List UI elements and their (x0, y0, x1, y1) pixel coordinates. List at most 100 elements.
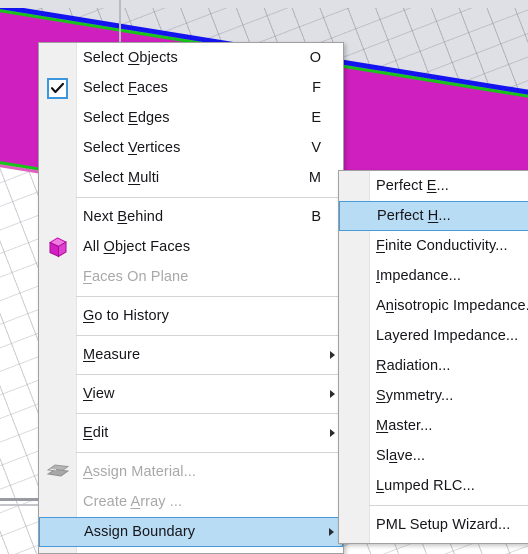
submenu-item-layered-impedance[interactable]: Layered Impedance... (339, 321, 528, 351)
submenu-item-slave-label: Slave... (376, 448, 426, 464)
context-menu-item-go-to-history[interactable]: Go to History (39, 301, 343, 331)
context-menu-item-go-to-history-icon-slot (39, 301, 76, 331)
submenu-item-anisotropic-impedance-label: Anisotropic Impedance... (376, 298, 528, 314)
submenu-item-pml-setup-wizard-label: PML Setup Wizard... (376, 517, 511, 533)
context-menu-item-select-objects-accelerator: O (309, 50, 321, 66)
context-menu-item-select-multi[interactable]: Select Multi M (39, 163, 343, 193)
submenu-item-slave-icon-slot (339, 441, 369, 471)
submenu-item-perfect-e[interactable]: Perfect E... (339, 171, 528, 201)
submenu-item-anisotropic-impedance-icon-slot (339, 291, 369, 321)
context-menu-item-select-vertices[interactable]: Select Vertices V (39, 133, 343, 163)
context-menu-item-select-vertices-accelerator: V (311, 140, 321, 156)
context-menu-item-edit[interactable]: Edit (39, 418, 343, 448)
submenu-item-finite-conductivity-icon-slot (339, 231, 369, 261)
submenu-item-perfect-e-label: Perfect E... (376, 178, 449, 194)
submenu-item-master-label: Master... (376, 418, 433, 434)
submenu-item-list: Perfect E... Perfect H... Finite Conductiv… (339, 171, 528, 540)
submenu-item-lumped-rlc-icon-slot (339, 471, 369, 501)
context-menu-item-measure-label: Measure (83, 347, 141, 363)
submenu-item-impedance-icon-slot (339, 261, 369, 291)
context-menu-item-select-edges-icon-slot (39, 103, 76, 133)
context-menu-item-view[interactable]: View (39, 379, 343, 409)
submenu-item-symmetry-label: Symmetry... (376, 388, 454, 404)
submenu-item-anisotropic-impedance[interactable]: Anisotropic Impedance... (339, 291, 528, 321)
context-menu-item-next-behind-icon-slot (39, 202, 76, 232)
context-menu-item-select-vertices-label: Select Vertices (83, 140, 181, 156)
submenu-separator (369, 505, 528, 506)
context-menu-item-ie-regions[interactable]: IE Regions (39, 547, 343, 554)
context-menu-item-measure-icon-slot (39, 340, 76, 370)
submenu-item-finite-conductivity[interactable]: Finite Conductivity... (339, 231, 528, 261)
context-menu-item-assign-material-label: Assign Material... (83, 464, 197, 480)
submenu-item-perfect-h-icon-slot (340, 201, 370, 231)
submenu-item-slave[interactable]: Slave... (339, 441, 528, 471)
context-menu-item-select-faces-icon-slot (39, 73, 76, 103)
context-menu-separator (76, 335, 343, 336)
submenu-item-master[interactable]: Master... (339, 411, 528, 441)
context-menu-item-view-label: View (83, 386, 115, 402)
context-menu-item-create-array: Create Array ... (39, 487, 343, 517)
screen-root: Select Objects O Select Faces F Select Edges… (0, 0, 528, 554)
context-menu-item-assign-boundary-label: Assign Boundary (84, 524, 196, 540)
context-menu-item-all-object-faces-icon-slot (39, 232, 76, 262)
context-menu-separator (76, 452, 343, 453)
submenu-item-radiation-icon-slot (339, 351, 369, 381)
submenu-item-symmetry-icon-slot (339, 381, 369, 411)
context-menu-item-create-array-icon-slot (39, 487, 76, 517)
context-menu-item-edit-icon-slot (39, 418, 76, 448)
context-menu-item-select-objects[interactable]: Select Objects O (39, 43, 343, 73)
selection-context-menu[interactable]: Select Objects O Select Faces F Select Edges… (38, 42, 344, 554)
context-menu-item-assign-boundary[interactable]: Assign Boundary (39, 517, 343, 547)
material-sheet-icon (46, 464, 69, 477)
context-menu-item-next-behind-label: Next Behind (83, 209, 164, 225)
context-menu-item-select-objects-icon-slot (39, 43, 76, 73)
context-menu-item-faces-on-plane-label: Faces On Plane (83, 269, 189, 285)
context-menu-item-select-multi-icon-slot (39, 163, 76, 193)
context-menu-separator (76, 296, 343, 297)
context-menu-item-view-icon-slot (39, 379, 76, 409)
submenu-item-finite-conductivity-label: Finite Conductivity... (376, 238, 508, 254)
context-menu-item-assign-material-icon-slot (39, 457, 76, 487)
submenu-item-layered-impedance-label: Layered Impedance... (376, 328, 519, 344)
submenu-item-perfect-h-label: Perfect H... (377, 208, 451, 224)
context-menu-item-select-edges-accelerator: E (311, 110, 321, 126)
context-menu-item-assign-boundary-icon-slot (40, 517, 77, 547)
context-menu-item-edit-label: Edit (83, 425, 109, 441)
context-menu-item-select-multi-label: Select Multi (83, 170, 160, 186)
context-menu-item-edit-submenu-arrow-icon (330, 429, 335, 437)
cube-icon (48, 236, 67, 257)
context-menu-separator (76, 197, 343, 198)
context-menu-item-measure-submenu-arrow-icon (330, 351, 335, 359)
context-menu-item-create-array-label: Create Array ... (83, 494, 183, 510)
context-menu-item-select-vertices-icon-slot (39, 133, 76, 163)
context-menu-separator (76, 413, 343, 414)
context-menu-separator (76, 374, 343, 375)
context-menu-item-all-object-faces[interactable]: All Object Faces (39, 232, 343, 262)
submenu-item-perfect-e-icon-slot (339, 171, 369, 201)
context-menu-item-select-faces-label: Select Faces (83, 80, 169, 96)
submenu-item-radiation[interactable]: Radiation... (339, 351, 528, 381)
submenu-item-lumped-rlc-label: Lumped RLC... (376, 478, 475, 494)
context-menu-item-select-edges[interactable]: Select Edges E (39, 103, 343, 133)
context-menu-item-assign-material: Assign Material... (39, 457, 343, 487)
context-menu-item-select-faces[interactable]: Select Faces F (39, 73, 343, 103)
context-menu-item-ie-regions-icon-slot (39, 547, 76, 554)
submenu-item-pml-setup-wizard[interactable]: PML Setup Wizard... (339, 510, 528, 540)
context-menu-item-faces-on-plane: Faces On Plane (39, 262, 343, 292)
assign-boundary-submenu[interactable]: Perfect E... Perfect H... Finite Conductiv… (338, 170, 528, 544)
context-menu-item-all-object-faces-label: All Object Faces (83, 239, 191, 255)
submenu-item-symmetry[interactable]: Symmetry... (339, 381, 528, 411)
context-menu-item-go-to-history-label: Go to History (83, 308, 169, 324)
submenu-item-radiation-label: Radiation... (376, 358, 451, 374)
submenu-item-perfect-h[interactable]: Perfect H... (339, 201, 528, 231)
context-menu-item-next-behind[interactable]: Next Behind B (39, 202, 343, 232)
context-menu-item-select-edges-label: Select Edges (83, 110, 170, 126)
submenu-item-lumped-rlc[interactable]: Lumped RLC... (339, 471, 528, 501)
menu-item-list: Select Objects O Select Faces F Select Edges… (39, 43, 343, 554)
context-menu-item-faces-on-plane-icon-slot (39, 262, 76, 292)
submenu-item-impedance[interactable]: Impedance... (339, 261, 528, 291)
context-menu-item-assign-boundary-submenu-arrow-icon (329, 528, 334, 536)
checkbox-checked-icon[interactable] (47, 77, 68, 99)
submenu-item-pml-setup-wizard-icon-slot (339, 510, 369, 540)
context-menu-item-measure[interactable]: Measure (39, 340, 343, 370)
